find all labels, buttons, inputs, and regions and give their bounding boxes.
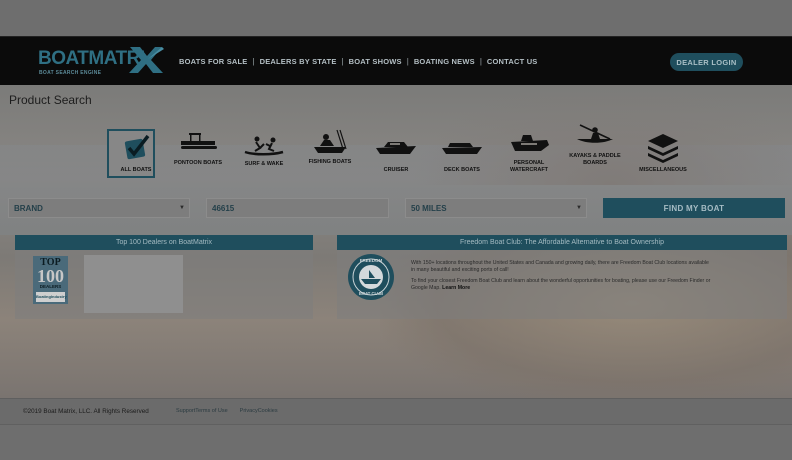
learn-more-link[interactable]: Learn More (442, 285, 470, 291)
personal-watercraft-icon (511, 135, 549, 151)
top100-dealers-panel: Top 100 Dealers on BoatMatrix TOP 100 DE… (15, 235, 313, 319)
freedom-boat-club-panel: Freedom Boat Club: The Affordable Altern… (337, 235, 787, 319)
nav-separator: | (252, 57, 255, 66)
footer-privacy-cookies: PrivacyCookies (240, 408, 278, 415)
boatmatrix-logo[interactable]: BOATMATRI BOAT SEARCH ENGINE (38, 45, 168, 79)
nav-separator: | (479, 57, 482, 66)
product-search-section: Product Search ALL BOATS PONTOON BOATS S… (0, 85, 792, 398)
category-label: MISCELLANEOUS (639, 167, 687, 173)
category-fishing-boats[interactable]: FISHING BOATS (300, 129, 360, 179)
bottom-overlay-band (0, 424, 792, 460)
nav-contact-us[interactable]: CONTACT US (487, 57, 538, 66)
brand-select[interactable]: BRAND ▼ (8, 198, 190, 218)
category-label: KAYAKS & PADDLE BOARDS (569, 153, 621, 166)
brand-select-value: BRAND (14, 203, 43, 213)
seal-top-text: FREEDOM (359, 258, 383, 263)
badge-brand-text: BoatingIndustry (36, 294, 67, 299)
chevron-down-icon: ▼ (576, 205, 582, 211)
fbc-paragraph-1: With 150+ locations throughout the Unite… (411, 260, 709, 273)
category-label: DECK BOATS (444, 167, 480, 173)
category-label: FISHING BOATS (308, 159, 352, 165)
ad-placeholder[interactable] (84, 255, 183, 313)
fbc-panel-title: Freedom Boat Club: The Affordable Altern… (337, 235, 787, 250)
category-label: PERSONAL WATERCRAFT (509, 160, 549, 173)
category-kayaks-paddle-boards[interactable]: KAYAKS & PADDLE BOARDS (565, 124, 625, 179)
footer-links: SupportTerms of Use PrivacyCookies (176, 408, 278, 415)
surf-wake-icon (244, 136, 284, 156)
cruiser-icon (376, 142, 416, 154)
fbc-paragraph-2: To find your closest Freedom Boat Club a… (411, 278, 711, 292)
site-footer: ©2019 Boat Matrix, LLC. All Rights Reser… (0, 398, 792, 424)
footer-link-privacy[interactable]: Privacy (240, 408, 258, 415)
fishing-boat-icon (314, 129, 347, 153)
logo-x-icon (129, 47, 164, 73)
category-surf-wake[interactable]: SURF & WAKE (234, 129, 294, 179)
category-label: PONTOON BOATS (173, 160, 223, 166)
category-cruiser[interactable]: CRUISER (366, 129, 426, 179)
category-all-boats[interactable]: ALL BOATS (106, 129, 166, 179)
find-my-boat-button[interactable]: FIND MY BOAT (603, 198, 785, 218)
category-deck-boats[interactable]: DECK BOATS (432, 129, 492, 179)
zip-input[interactable]: 46615 (206, 198, 389, 218)
kayak-icon (577, 124, 613, 143)
copyright-text: ©2019 Boat Matrix, LLC. All Rights Reser… (23, 408, 149, 415)
category-pontoon-boats[interactable]: PONTOON BOATS (168, 129, 228, 179)
footer-link-terms[interactable]: Terms of Use (195, 408, 227, 415)
fbc-description: With 150+ locations throughout the Unite… (411, 260, 711, 296)
search-form: BRAND ▼ 46615 50 MILES ▼ FIND MY BOAT (0, 198, 792, 218)
category-label: ALL BOATS (120, 167, 152, 173)
nav-boats-for-sale[interactable]: BOATS FOR SALE (179, 57, 248, 66)
badge-dealers-text: DEALERS (39, 284, 62, 289)
footer-link-support[interactable]: Support (176, 408, 195, 415)
top-overlay-band (0, 0, 792, 36)
seal-bottom-text: BOAT CLUB (358, 291, 384, 296)
chevron-down-icon: ▼ (179, 205, 185, 211)
nav-dealers-by-state[interactable]: DEALERS BY STATE (260, 57, 337, 66)
category-label: SURF & WAKE (244, 161, 284, 167)
pontoon-boat-icon (181, 133, 217, 149)
nav-boating-news[interactable]: BOATING NEWS (414, 57, 475, 66)
category-personal-watercraft[interactable]: PERSONAL WATERCRAFT (499, 129, 559, 179)
layers-icon (648, 134, 678, 163)
category-label: CRUISER (383, 167, 409, 173)
radius-select[interactable]: 50 MILES ▼ (405, 198, 587, 218)
footer-support-terms: SupportTerms of Use (176, 408, 228, 415)
nav-boat-shows[interactable]: BOAT SHOWS (349, 57, 402, 66)
site-header: BOATMATRI BOAT SEARCH ENGINE BOATS FOR S… (0, 36, 792, 85)
deck-boat-icon (442, 143, 482, 154)
freedom-boat-club-logo[interactable]: FREEDOM BOAT CLUB (347, 253, 395, 301)
nav-separator: | (341, 57, 344, 66)
top100-badge-logo[interactable]: TOP 100 DEALERS BoatingIndustry (33, 256, 68, 304)
category-miscellaneous[interactable]: MISCELLANEOUS (633, 129, 693, 179)
footer-link-cookies[interactable]: Cookies (258, 408, 278, 415)
category-bar: ALL BOATS PONTOON BOATS SURF & WAKE FISH… (106, 124, 706, 179)
main-nav: BOATS FOR SALE | DEALERS BY STATE | BOAT… (179, 57, 538, 66)
logo-tagline: BOAT SEARCH ENGINE (39, 70, 102, 76)
dealer-login-button[interactable]: DEALER LOGIN (670, 53, 743, 71)
zip-input-value: 46615 (212, 203, 235, 213)
radius-select-value: 50 MILES (411, 203, 447, 213)
all-boats-check-icon (124, 134, 150, 160)
page-title: Product Search (9, 93, 92, 107)
nav-separator: | (406, 57, 409, 66)
top100-panel-title: Top 100 Dealers on BoatMatrix (15, 235, 313, 250)
